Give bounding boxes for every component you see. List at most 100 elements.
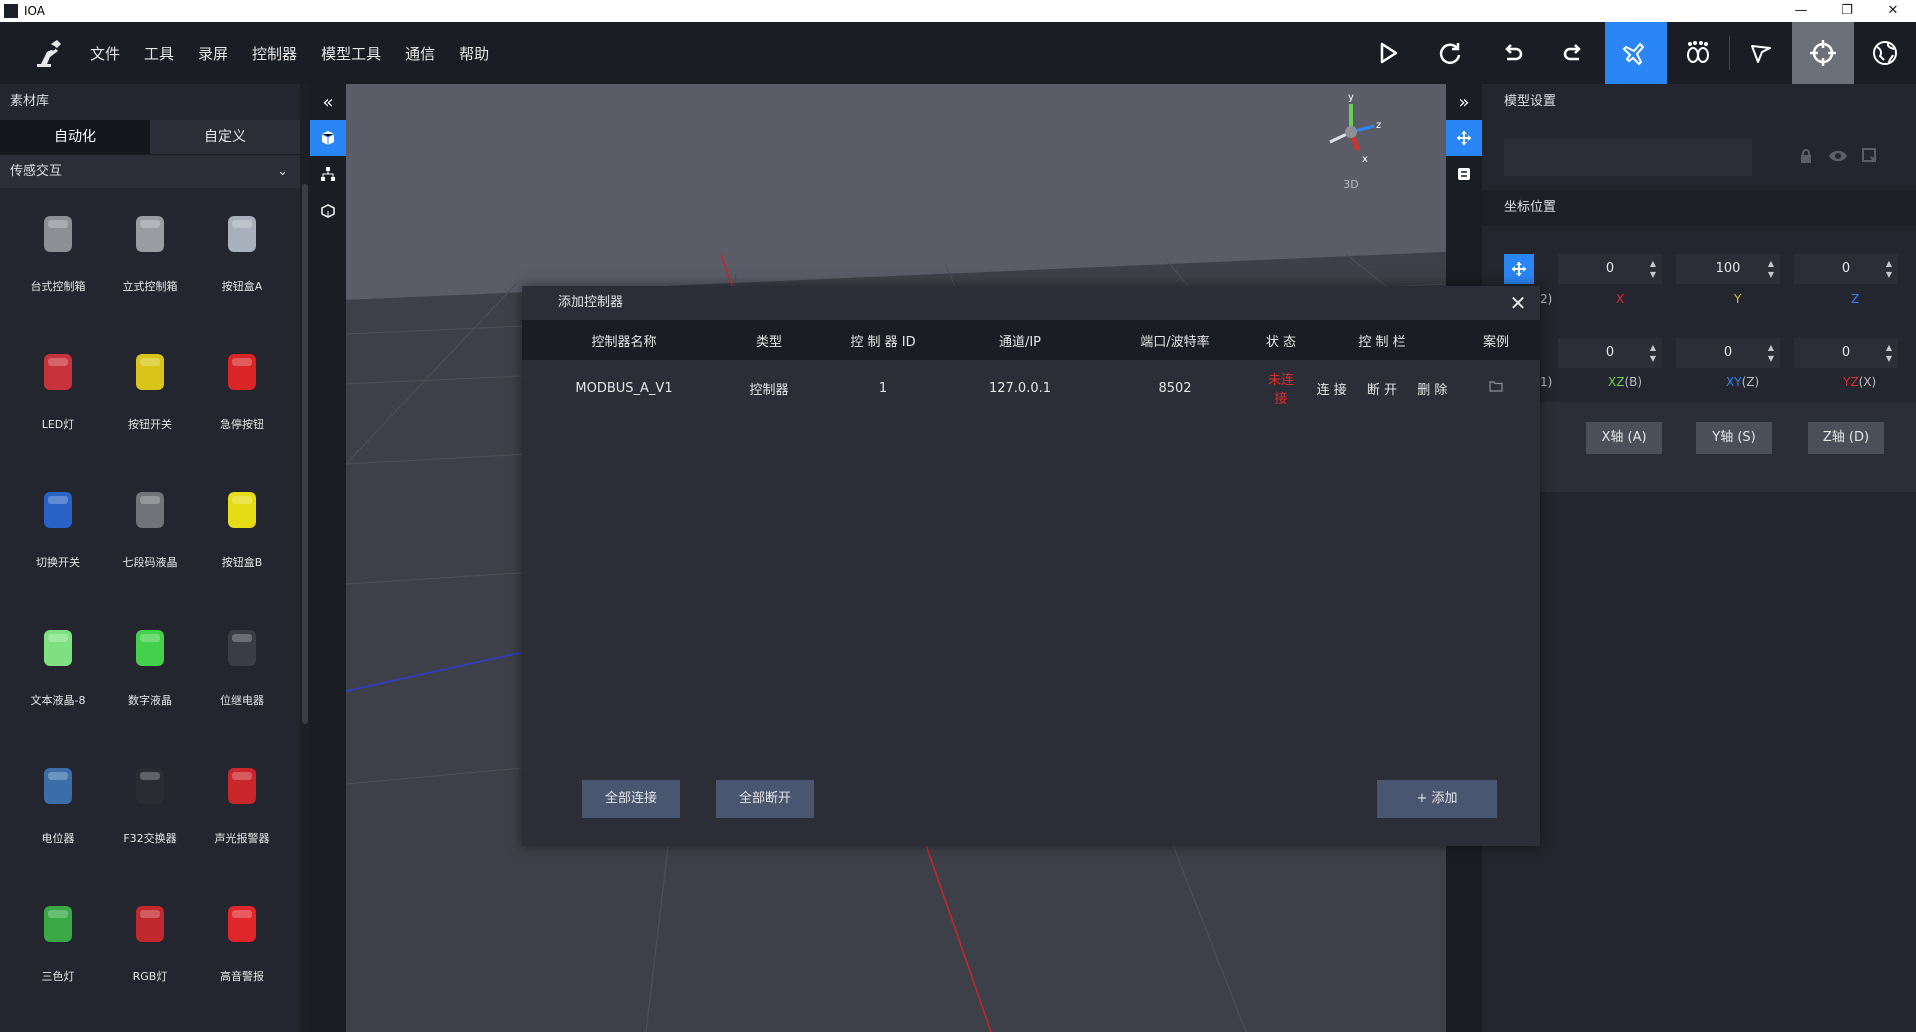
crosshair-icon xyxy=(1810,40,1836,66)
scene-button[interactable] xyxy=(310,192,346,228)
position-z-input[interactable]: 0 ▲ ▼ xyxy=(1794,254,1898,284)
asset-item[interactable]: 立式控制箱 xyxy=(104,188,196,326)
play-button[interactable] xyxy=(1357,22,1419,84)
hierarchy-button[interactable] xyxy=(310,156,346,192)
menu-controller[interactable]: 控制器 xyxy=(252,43,297,64)
close-window-button[interactable]: ✕ xyxy=(1870,0,1916,22)
position-y-input[interactable]: 100 ▲ ▼ xyxy=(1676,254,1780,284)
hierarchy-icon xyxy=(321,167,335,181)
asset-item[interactable]: 位继电器 xyxy=(196,602,288,740)
siren-icon xyxy=(210,892,274,956)
close-icon[interactable]: ✕ xyxy=(1506,286,1530,320)
robot-arm-logo-icon xyxy=(18,22,78,84)
asset-label: 三色灯 xyxy=(41,970,75,983)
undo-icon xyxy=(1505,44,1523,61)
rotation-yz-input[interactable]: 0 ▲ ▼ xyxy=(1794,338,1898,368)
asset-item[interactable]: 数字液晶 xyxy=(104,602,196,740)
orientation-gizmo[interactable]: y z x 3D xyxy=(1316,92,1386,192)
connect-all-button[interactable]: 全部连接 xyxy=(582,780,680,818)
y-axis-button[interactable]: Y轴 (S) xyxy=(1696,422,1772,454)
collapse-left-button[interactable]: « xyxy=(310,84,346,120)
asset-item[interactable]: 电位器 xyxy=(12,740,104,878)
maximize-button[interactable]: ❐ xyxy=(1824,0,1870,22)
asset-item[interactable]: 按钮盒B xyxy=(196,464,288,602)
emergency-stop-icon xyxy=(210,340,274,404)
asset-item[interactable]: 声光报警器 xyxy=(196,740,288,878)
footprints-icon xyxy=(1687,41,1709,63)
walk-mode-button[interactable] xyxy=(1667,22,1729,84)
menu-tools[interactable]: 工具 xyxy=(144,43,174,64)
tab-custom[interactable]: 自定义 xyxy=(150,120,300,154)
redo-button[interactable] xyxy=(1543,22,1605,84)
asset-item[interactable]: 台式控制箱 xyxy=(12,188,104,326)
lock-icon[interactable] xyxy=(1798,148,1814,168)
rotation-xz-input[interactable]: 0 ▲ ▼ xyxy=(1558,338,1662,368)
x-axis-button[interactable]: X轴 (A) xyxy=(1586,422,1662,454)
row-tag-position: 2) xyxy=(1540,292,1553,306)
asset-item[interactable]: RGB灯 xyxy=(104,878,196,1016)
category-label: 传感交互 xyxy=(10,164,63,179)
double-chevron-left-icon: « xyxy=(322,91,334,113)
view-mode-label: 3D xyxy=(1343,178,1359,191)
delete-link[interactable]: 删 除 xyxy=(1417,383,1447,398)
position-x-input[interactable]: 0 ▲ ▼ xyxy=(1558,254,1662,284)
model-library-button[interactable] xyxy=(310,120,346,156)
select-button[interactable] xyxy=(1730,22,1792,84)
disconnect-all-button[interactable]: 全部断开 xyxy=(716,780,814,818)
asset-label: 切换开关 xyxy=(36,556,80,569)
asset-item[interactable]: LED灯 xyxy=(12,326,104,464)
asset-item[interactable]: 按钮盒A xyxy=(196,188,288,326)
position-z-label: Z xyxy=(1851,292,1860,306)
model-settings-panel: 模型设置 坐标位置 0 ▲ ▼ 100 ▲ ▼ 0 ▲ ▼ 2) X Y Z 0 ▲ ▼ 0 ▲ ▼… xyxy=(1482,84,1916,1032)
minimize-button[interactable]: — xyxy=(1778,0,1824,22)
col-id: 控 制 器 ID xyxy=(850,334,916,350)
asset-item[interactable]: 三色灯 xyxy=(12,878,104,1016)
asset-item[interactable]: F32交换器 xyxy=(104,740,196,878)
asset-item[interactable]: 七段码液晶 xyxy=(104,464,196,602)
collapse-right-button[interactable]: » xyxy=(1446,84,1482,120)
fly-mode-button[interactable] xyxy=(1605,22,1667,84)
folder-icon[interactable] xyxy=(1466,380,1526,396)
asset-item[interactable]: 切换开关 xyxy=(12,464,104,602)
gizmo-y-label: y xyxy=(1348,92,1354,103)
title-bar: IOA — ❐ ✕ xyxy=(0,0,1916,22)
rotation-xy-input[interactable]: 0 ▲ ▼ xyxy=(1676,338,1780,368)
connect-link[interactable]: 连 接 xyxy=(1317,383,1347,398)
stepper-arrows-icon: ▲ ▼ xyxy=(1649,259,1656,279)
move-tool-button[interactable] xyxy=(1446,120,1482,156)
add-controller-button[interactable]: + 添加 xyxy=(1377,780,1497,818)
asset-scrollbar[interactable] xyxy=(300,84,310,1032)
eye-icon[interactable] xyxy=(1828,148,1848,168)
asset-label: 七段码液晶 xyxy=(122,556,178,569)
target-button[interactable] xyxy=(1792,22,1854,84)
col-actions: 控 制 栏 xyxy=(1358,334,1406,350)
disconnect-link[interactable]: 断 开 xyxy=(1367,383,1397,398)
globe-button[interactable] xyxy=(1854,22,1916,84)
menu-help[interactable]: 帮助 xyxy=(459,43,489,64)
reset-button[interactable] xyxy=(1419,22,1481,84)
properties-button[interactable] xyxy=(1446,156,1482,192)
asset-item[interactable]: 高音警报 xyxy=(196,878,288,1016)
tab-automation[interactable]: 自动化 xyxy=(0,120,150,154)
menu-record[interactable]: 录屏 xyxy=(198,43,228,64)
category-dropdown[interactable]: 传感交互 ⌄ xyxy=(0,154,300,188)
asset-label: F32交换器 xyxy=(123,832,177,845)
row-tag-rotation: 1) xyxy=(1540,375,1553,389)
add-controller-dialog: 添加控制器 ✕ 控制器名称 类型 控 制 器 ID 通道/IP 端口/波特率 状… xyxy=(522,286,1540,846)
asset-item[interactable]: 文本液晶-8 xyxy=(12,602,104,740)
led-icon xyxy=(26,340,90,404)
menu-communication[interactable]: 通信 xyxy=(405,43,435,64)
z-axis-button[interactable]: Z轴 (D) xyxy=(1808,422,1884,454)
asset-item[interactable]: 急停按钮 xyxy=(196,326,288,464)
col-case: 案例 xyxy=(1482,334,1509,350)
asset-item[interactable]: 按钮开关 xyxy=(104,326,196,464)
col-ip: 通道/IP xyxy=(998,334,1042,350)
box-gray-icon xyxy=(26,202,90,266)
menu-model-tools[interactable]: 模型工具 xyxy=(321,43,381,64)
asset-library-title: 素材库 xyxy=(0,84,300,120)
model-name-field[interactable] xyxy=(1504,138,1752,176)
undo-button[interactable] xyxy=(1481,22,1543,84)
refresh-icon xyxy=(1439,43,1461,64)
select-box-icon[interactable] xyxy=(1862,148,1878,168)
menu-file[interactable]: 文件 xyxy=(90,43,120,64)
